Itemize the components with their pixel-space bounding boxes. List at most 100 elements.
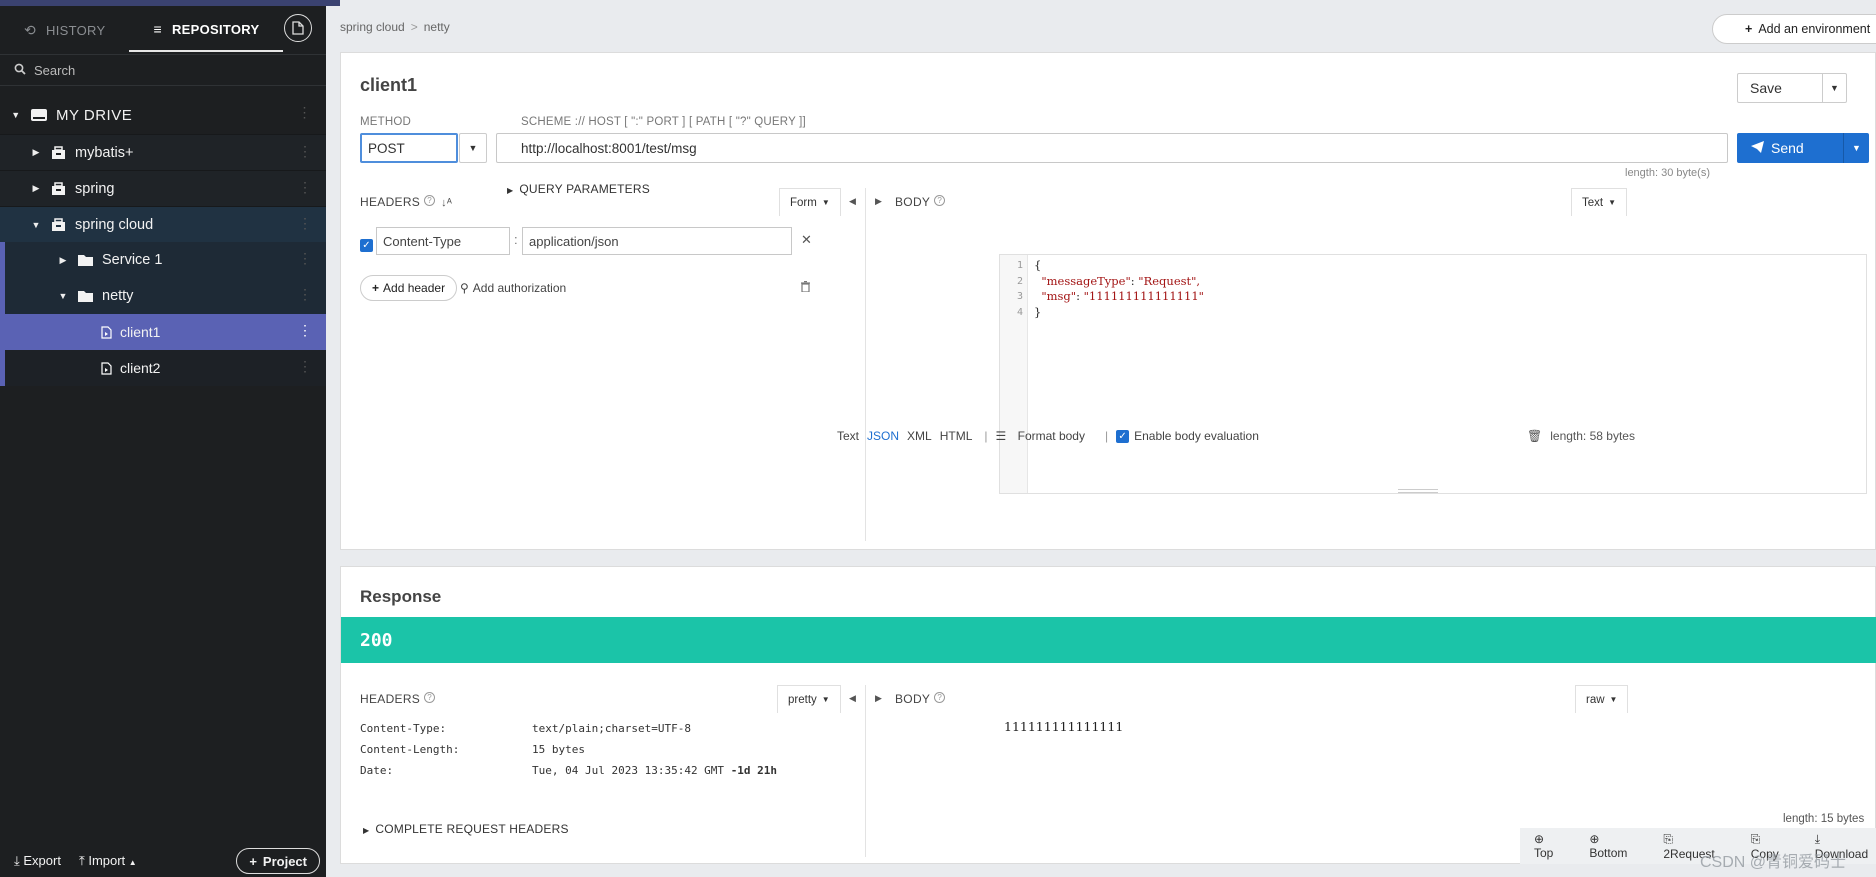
tree-item-netty[interactable]: ▼ netty ⋮ — [0, 278, 326, 314]
enable-eval-checkbox[interactable]: ✓ — [1116, 429, 1130, 443]
caret-right-icon[interactable]: ▶ — [30, 183, 42, 194]
tab-history[interactable]: ⟲ HISTORY — [0, 8, 129, 52]
tree-item-client1[interactable]: client1 ⋮ — [0, 314, 326, 350]
import-button[interactable]: ⤒ Import ▲ — [79, 853, 137, 869]
caret-right-icon[interactable]: ▶ — [57, 255, 69, 266]
collapse-left-icon[interactable]: ◀ — [849, 693, 856, 704]
more-vert-icon[interactable]: ⋮ — [298, 287, 312, 301]
watermark: CSDN @青铜爱码士 — [1700, 854, 1847, 871]
help-icon[interactable]: ? — [424, 692, 436, 703]
bottom-button[interactable]: ⊕ Bottom — [1589, 832, 1645, 860]
remove-header-icon[interactable]: ✕ — [801, 232, 812, 248]
trash-icon[interactable]: 🗑 — [1527, 429, 1542, 443]
line-number: 4 — [1016, 306, 1023, 318]
add-environment-label: Add an environment — [1758, 22, 1871, 36]
editor-code[interactable]: { "messageType": "Request", "msg": "1111… — [1034, 258, 1204, 320]
method-label: METHOD — [360, 116, 412, 128]
method-dropdown-icon[interactable]: ▼ — [459, 133, 487, 163]
help-icon[interactable]: ? — [934, 195, 946, 206]
format-body-button[interactable]: ☰ Format body — [996, 429, 1093, 443]
collapse-right-icon[interactable]: ▶ — [875, 693, 882, 704]
body-mode-select[interactable]: Text ▼ — [1571, 188, 1628, 216]
format-html[interactable]: HTML — [940, 429, 973, 443]
save-dropdown-icon[interactable]: ▼ — [1822, 74, 1846, 102]
response-headers-mode-select[interactable]: pretty ▼ — [777, 685, 841, 713]
send-button[interactable]: Send ▼ — [1737, 133, 1869, 163]
panel-divider[interactable] — [865, 188, 866, 541]
more-vert-icon[interactable]: ⋮ — [298, 251, 312, 265]
delete-headers-icon[interactable] — [801, 281, 810, 295]
tree-item-label: spring — [75, 180, 115, 197]
add-authorization-label: Add authorization — [472, 281, 567, 295]
tab-history-label: HISTORY — [46, 22, 106, 38]
more-vert-icon[interactable]: ⋮ — [298, 180, 312, 194]
query-parameters-toggle[interactable]: ▶ QUERY PARAMETERS — [507, 182, 650, 196]
format-text[interactable]: Text — [837, 429, 859, 443]
code-line: } — [1034, 305, 1204, 321]
breadcrumb-item[interactable]: spring cloud — [340, 20, 405, 34]
caret-down-icon: ▼ — [1609, 695, 1618, 704]
response-headers-mode-label: pretty — [788, 693, 817, 706]
more-vert-icon[interactable]: ⋮ — [298, 359, 312, 373]
add-authorization-button[interactable]: ⚲ Add authorization — [460, 281, 566, 295]
headers-mode-select[interactable]: Form ▼ — [779, 188, 841, 216]
more-vert-icon[interactable]: ⋮ — [298, 216, 312, 230]
sidebar-footer: ⤓ Export ⤒ Import ▲ + Project — [0, 845, 326, 877]
response-body-mode-select[interactable]: raw ▼ — [1575, 685, 1629, 713]
panel-divider[interactable] — [865, 685, 866, 857]
caret-down-icon[interactable]: ▼ — [57, 291, 69, 301]
add-header-button[interactable]: + Add header — [360, 275, 458, 301]
caret-right-icon[interactable]: ▶ — [30, 147, 42, 158]
collapse-left-icon[interactable]: ◀ — [849, 196, 856, 207]
response-body-text: 111111111111111 — [1004, 719, 1124, 734]
more-vert-icon[interactable]: ⋮ — [298, 105, 313, 119]
new-file-icon[interactable] — [284, 14, 312, 42]
help-icon[interactable]: ? — [424, 195, 436, 206]
caret-down-icon[interactable]: ▼ — [10, 110, 22, 120]
tree-item-mybatis[interactable]: ▶ mybatis+ ⋮ — [0, 134, 326, 170]
breadcrumb-item[interactable]: netty — [424, 20, 450, 34]
save-label: Save — [1750, 80, 1782, 96]
caret-down-icon[interactable]: ▼ — [30, 220, 42, 230]
sidebar: ⟲ HISTORY ≡ REPOSITORY ▼ MY DRIVE ⋮ ▶ — [0, 0, 340, 877]
tree-item-service-1[interactable]: ▶ Service 1 ⋮ — [0, 242, 326, 278]
caret-right-icon: ▶ — [507, 186, 514, 195]
header-value-input[interactable]: application/json — [522, 227, 792, 255]
send-dropdown-icon[interactable]: ▼ — [1843, 133, 1869, 163]
more-vert-icon[interactable]: ⋮ — [298, 144, 312, 158]
header-enabled-checkbox[interactable]: ✓ — [360, 239, 373, 252]
tree-item-my-drive[interactable]: ▼ MY DRIVE ⋮ — [0, 96, 326, 134]
response-body-mode-label: raw — [1586, 693, 1605, 706]
code-key: "msg" — [1041, 289, 1077, 303]
line-number: 2 — [1016, 275, 1023, 287]
add-project-button[interactable]: + Project — [236, 848, 320, 874]
format-json[interactable]: JSON — [867, 429, 899, 443]
sort-alpha-icon[interactable]: ↓ᴬ — [441, 197, 452, 209]
request-title[interactable]: client1 — [360, 75, 417, 96]
tree-item-spring-cloud[interactable]: ▼ spring cloud ⋮ — [0, 206, 326, 242]
response-panel: Response 200 HEADERS? pretty ▼ ◀ ▶ Conten… — [340, 566, 1876, 864]
search-input[interactable] — [34, 62, 294, 78]
method-input[interactable]: POST — [360, 133, 458, 163]
header-name-input[interactable]: Content-Type — [376, 227, 510, 255]
tree-item-spring[interactable]: ▶ spring ⋮ — [0, 170, 326, 206]
add-environment-button[interactable]: + Add an environment — [1712, 14, 1876, 44]
url-label: SCHEME :// HOST [ ":" PORT ] [ PATH [ "?… — [521, 116, 806, 128]
export-button[interactable]: ⤓ Export — [14, 853, 61, 869]
url-input[interactable]: http://localhost:8001/test/msg — [496, 133, 1728, 163]
tab-repository[interactable]: ≡ REPOSITORY — [129, 8, 284, 52]
top-label: Top — [1534, 846, 1554, 860]
complete-request-headers-toggle[interactable]: ▶ COMPLETE REQUEST HEADERS — [363, 822, 569, 836]
collapse-right-icon[interactable]: ▶ — [875, 196, 882, 207]
complete-request-headers-label: COMPLETE REQUEST HEADERS — [375, 822, 569, 836]
save-button[interactable]: Save ▼ — [1737, 73, 1847, 103]
tree-item-client2[interactable]: client2 ⋮ — [0, 350, 326, 386]
help-icon[interactable]: ? — [934, 692, 946, 703]
top-button[interactable]: ⊕ Top — [1534, 832, 1571, 860]
resize-handle[interactable] — [1398, 489, 1438, 493]
format-xml[interactable]: XML — [907, 429, 932, 443]
more-vert-icon[interactable]: ⋮ — [298, 323, 312, 337]
progress-line — [0, 0, 340, 6]
body-editor[interactable]: 1 2 3 4 { "messageType": "Request", "msg… — [999, 254, 1867, 494]
response-header-row: Content-Type: text/plain;charset=UTF-8 — [360, 718, 777, 739]
